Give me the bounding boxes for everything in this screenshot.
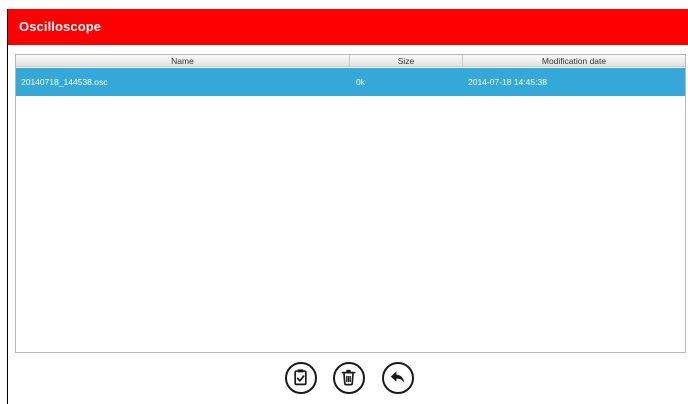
- back-arrow-icon: [390, 371, 405, 383]
- column-header-modification-date[interactable]: Modification date: [463, 55, 685, 67]
- file-size-cell: 0k: [356, 77, 365, 87]
- back-button[interactable]: [382, 362, 414, 394]
- column-header-size[interactable]: Size: [350, 55, 463, 67]
- page-title: Oscilloscope: [19, 19, 102, 34]
- column-header-name[interactable]: Name: [16, 55, 350, 67]
- table-row[interactable]: 20140718_144538.osc 0k 2014-07-18 14:45:…: [16, 68, 685, 96]
- file-date-cell: 2014-07-18 14:45:38: [468, 77, 547, 87]
- trash-icon: [341, 369, 356, 386]
- window-border: [7, 9, 8, 404]
- file-name-cell: 20140718_144538.osc: [21, 77, 108, 87]
- delete-button[interactable]: [333, 362, 365, 394]
- table-header: Name Size Modification date: [16, 55, 685, 67]
- clipboard-check-icon: [294, 369, 307, 386]
- save-button[interactable]: [285, 362, 317, 394]
- file-table: Name Size Modification date 20140718_144…: [15, 54, 686, 353]
- title-bar: Oscilloscope: [8, 9, 688, 45]
